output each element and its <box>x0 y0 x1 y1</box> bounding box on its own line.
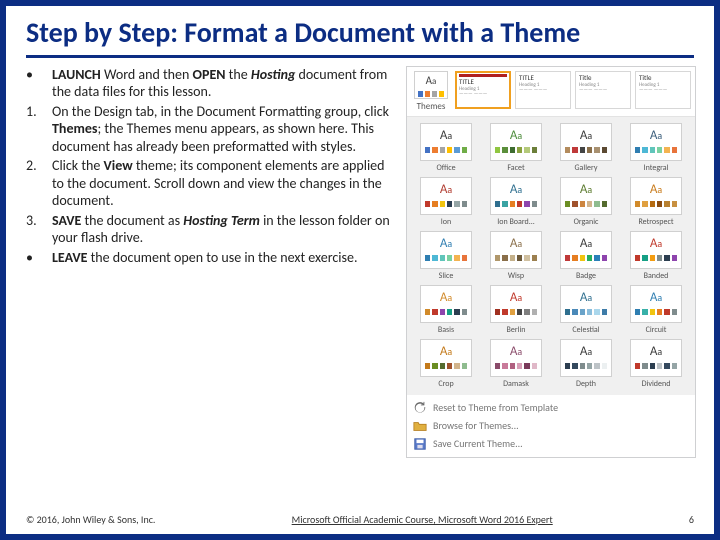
step-text: On the Design tab, in the Document Forma… <box>52 103 396 156</box>
steps-column: •LAUNCH Word and then OPEN the Hosting d… <box>26 66 396 509</box>
theme-name: Integral <box>623 163 689 173</box>
theme-name: Celestial <box>553 325 619 335</box>
theme-cell[interactable]: AaCrop <box>413 339 479 389</box>
theme-name: Crop <box>413 379 479 389</box>
theme-name: Gallery <box>553 163 619 173</box>
theme-name: Badge <box>553 271 619 281</box>
reset-theme-item[interactable]: Reset to Theme from Template <box>413 399 689 417</box>
step-text: LAUNCH Word and then OPEN the Hosting do… <box>52 66 396 101</box>
step-text: Click the View theme; its component elem… <box>52 157 396 210</box>
theme-name: Banded <box>623 271 689 281</box>
save-icon <box>413 437 427 451</box>
theme-cell[interactable]: AaBasis <box>413 285 479 335</box>
theme-cell[interactable]: AaOrganic <box>553 177 619 227</box>
theme-name: Dividend <box>623 379 689 389</box>
step-marker: • <box>26 66 52 101</box>
theme-cell[interactable]: AaIon Board... <box>483 177 549 227</box>
step-item: •LEAVE the document open to use in the n… <box>26 249 396 267</box>
step-marker: 3. <box>26 212 52 247</box>
footer: © 2016, John Wiley & Sons, Inc. Microsof… <box>26 509 694 526</box>
page-number: 6 <box>689 513 694 526</box>
theme-cell[interactable]: AaBerlin <box>483 285 549 335</box>
themes-button-label: Themes <box>417 101 446 112</box>
theme-name: Depth <box>553 379 619 389</box>
reset-label: Reset to Theme from Template <box>433 402 558 415</box>
step-marker: 1. <box>26 103 52 156</box>
theme-cell[interactable]: AaDividend <box>623 339 689 389</box>
theme-name: Office <box>413 163 479 173</box>
theme-cell[interactable]: AaGallery <box>553 123 619 173</box>
step-text: LEAVE the document open to use in the ne… <box>52 249 358 267</box>
theme-cell[interactable]: AaRetrospect <box>623 177 689 227</box>
theme-name: Basis <box>413 325 479 335</box>
folder-icon <box>413 419 427 433</box>
theme-cell[interactable]: AaFacet <box>483 123 549 173</box>
styleset-thumb[interactable]: TITLEHeading 1——— ——— <box>455 71 511 109</box>
theme-name: Berlin <box>483 325 549 335</box>
step-item: 1.On the Design tab, in the Document For… <box>26 103 396 156</box>
styleset-thumb[interactable]: TitleHeading 1——— ——— <box>635 71 691 109</box>
step-marker: 2. <box>26 157 52 210</box>
page-title: Step by Step: Format a Document with a T… <box>26 18 694 49</box>
theme-cell[interactable]: AaDepth <box>553 339 619 389</box>
theme-cell[interactable]: AaCircuit <box>623 285 689 335</box>
slide: Step by Step: Format a Document with a T… <box>6 6 714 534</box>
copyright: © 2016, John Wiley & Sons, Inc. <box>26 513 155 526</box>
theme-name: Ion <box>413 217 479 227</box>
theme-grid: AaOfficeAaFacetAaGalleryAaIntegralAaIonA… <box>407 117 695 395</box>
theme-cell[interactable]: AaBadge <box>553 231 619 281</box>
gallery-footer: Reset to Theme from Template Browse for … <box>407 395 695 457</box>
theme-cell[interactable]: AaDamask <box>483 339 549 389</box>
step-marker: • <box>26 249 52 267</box>
theme-name: Circuit <box>623 325 689 335</box>
step-item: •LAUNCH Word and then OPEN the Hosting d… <box>26 66 396 101</box>
browse-themes-item[interactable]: Browse for Themes... <box>413 417 689 435</box>
styleset-thumb[interactable]: TITLEHeading 1——— ——— <box>515 71 571 109</box>
reset-icon <box>413 401 427 415</box>
style-set-row: TITLEHeading 1——— ———TITLEHeading 1——— —… <box>455 67 695 116</box>
theme-name: Wisp <box>483 271 549 281</box>
styleset-thumb[interactable]: TitleHeading 1——— ——— <box>575 71 631 109</box>
theme-cell[interactable]: AaWisp <box>483 231 549 281</box>
browse-label: Browse for Themes... <box>433 420 519 433</box>
theme-name: Damask <box>483 379 549 389</box>
themes-gallery-figure: Aa Themes TITLEHeading 1——— ———TITLEHead… <box>406 66 696 509</box>
body: •LAUNCH Word and then OPEN the Hosting d… <box>26 66 694 509</box>
themes-gallery: Aa Themes TITLEHeading 1——— ———TITLEHead… <box>406 66 696 458</box>
step-item: 2.Click the View theme; its component el… <box>26 157 396 210</box>
steps-list: •LAUNCH Word and then OPEN the Hosting d… <box>26 66 396 267</box>
theme-name: Facet <box>483 163 549 173</box>
theme-cell[interactable]: AaIon <box>413 177 479 227</box>
save-theme-item[interactable]: Save Current Theme... <box>413 435 689 453</box>
theme-cell[interactable]: AaCelestial <box>553 285 619 335</box>
theme-cell[interactable]: AaOffice <box>413 123 479 173</box>
save-theme-label: Save Current Theme... <box>433 438 523 451</box>
theme-cell[interactable]: AaIntegral <box>623 123 689 173</box>
step-text: SAVE the document as Hosting Term in the… <box>52 212 396 247</box>
theme-name: Slice <box>413 271 479 281</box>
theme-cell[interactable]: AaBanded <box>623 231 689 281</box>
theme-name: Retrospect <box>623 217 689 227</box>
theme-name: Organic <box>553 217 619 227</box>
gallery-top-row: Aa Themes TITLEHeading 1——— ———TITLEHead… <box>407 67 695 117</box>
course-name: Microsoft Official Academic Course, Micr… <box>155 513 688 526</box>
step-item: 3.SAVE the document as Hosting Term in t… <box>26 212 396 247</box>
themes-dropdown-button[interactable]: Aa Themes <box>407 67 455 116</box>
title-rule <box>26 55 694 58</box>
theme-cell[interactable]: AaSlice <box>413 231 479 281</box>
theme-name: Ion Board... <box>483 217 549 227</box>
